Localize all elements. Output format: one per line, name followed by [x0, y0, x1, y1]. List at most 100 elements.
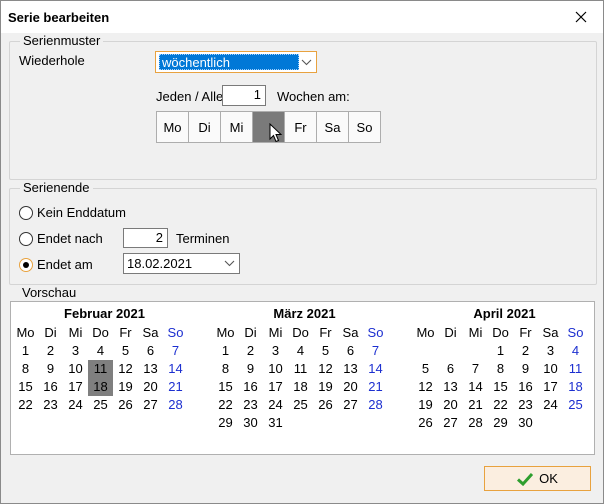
calendar-day-cell: 2 [246, 343, 255, 358]
calendar-day-cell: 19 [118, 379, 133, 394]
weekday-header-cell: Di [44, 325, 57, 340]
calendar-day-cell: 11 [293, 361, 308, 376]
ok-button-label: OK [539, 471, 558, 486]
weekday-toggle-so[interactable]: So [348, 111, 381, 143]
calendar-day-cell: 21 [368, 379, 383, 394]
calendar-day-cell: 20 [343, 379, 358, 394]
calendar-day-cell: 14 [468, 379, 483, 394]
calendar-day-cell: 15 [493, 379, 508, 394]
calendar-week-row: 19 20 21 22 23 24 25 [413, 396, 588, 414]
calendar-day-cell: 28 [168, 397, 183, 412]
no-end-radio[interactable] [19, 206, 33, 220]
no-end-label: Kein Enddatum [37, 205, 126, 220]
calendar-day-cell: 11 [88, 360, 113, 378]
calendar-week-row: 1 2 3 4 5 6 7 [13, 342, 188, 360]
calendar-month-title: Februar 2021 [64, 306, 145, 321]
calendar-month: April 2021 Mo Di Mi Do Fr Sa So 1 2 3 4 5 6 7 8 9 10 11 12 1… [413, 306, 588, 432]
ends-on-label: Endet am [37, 257, 93, 272]
calendar-day-cell [313, 414, 338, 432]
close-icon [575, 11, 587, 23]
weekday-header-cell: Mo [216, 325, 235, 340]
calendar-day-cell: 23 [43, 397, 58, 412]
weekday-header-cell: So [367, 325, 384, 340]
calendar-day-cell: 12 [418, 379, 433, 394]
calendar-day-cell: 9 [521, 361, 530, 376]
weekday-header-cell: Di [244, 325, 257, 340]
weekday-header-cell: Mi [468, 325, 483, 340]
weekday-header-cell: Fr [319, 325, 332, 340]
calendar-day-cell: 25 [293, 397, 308, 412]
weekday-header-cell: So [167, 325, 184, 340]
weekday-toggle-fr[interactable]: Fr [284, 111, 317, 143]
calendar-day-cell: 24 [68, 397, 83, 412]
calendar-day-cell: 25 [93, 397, 108, 412]
weekday-toggle-sa[interactable]: Sa [316, 111, 349, 143]
calendar-day-cell: 30 [243, 415, 258, 430]
calendar-day-cell: 29 [493, 415, 508, 430]
weekday-header-cell: Do [92, 325, 109, 340]
weekday-header-cell: Sa [542, 325, 559, 340]
calendar-day-cell: 6 [146, 343, 155, 358]
calendar-day-cell: 21 [168, 379, 183, 394]
calendar-day-cell: 10 [268, 361, 283, 376]
calendar-weekday-header: Mo Di Mi Do Fr Sa So [213, 324, 388, 342]
calendar-day-cell: 3 [71, 343, 80, 358]
calendar-month: Februar 2021 Mo Di Mi Do Fr Sa So 1 2 3 4 5 6 7 8 9 10 11 1… [13, 306, 188, 414]
calendar-day-cell: 12 [318, 361, 333, 376]
calendar-day-cell: 13 [343, 361, 358, 376]
calendar-weekday-header: Mo Di Mi Do Fr Sa So [413, 324, 588, 342]
calendar-week-row: 22 23 24 25 26 27 28 [213, 396, 388, 414]
every-input[interactable]: 1 [222, 85, 266, 106]
ends-on-radio[interactable] [19, 258, 33, 272]
weekday-toggle-mi[interactable]: Mi [220, 111, 253, 143]
calendar-day-cell: 23 [243, 397, 258, 412]
ends-after-radio[interactable] [19, 232, 33, 246]
weekday-header-cell: Fr [519, 325, 532, 340]
chevron-down-icon [224, 260, 235, 267]
calendar-day-cell: 3 [271, 343, 280, 358]
calendar-day-cell: 23 [518, 397, 533, 412]
calendar-day-cell: 9 [46, 361, 55, 376]
calendar-day-cell: 25 [568, 397, 583, 412]
calendar-day-cell: 13 [443, 379, 458, 394]
calendar-day-cell: 30 [518, 415, 533, 430]
calendar-day-cell: 20 [143, 379, 158, 394]
calendar-day-cell: 13 [143, 361, 158, 376]
calendar-day-cell: 1 [21, 343, 30, 358]
ok-button[interactable]: OK [484, 466, 591, 491]
calendar-day-cell [413, 342, 438, 360]
calendar-week-row: 29 30 31 [213, 414, 388, 432]
calendar-month: März 2021 Mo Di Mi Do Fr Sa So 1 2 3 4 5 6 7 8 9 10 11 12 13… [213, 306, 388, 432]
calendar-day-cell: 22 [18, 397, 33, 412]
calendar-day-cell: 16 [518, 379, 533, 394]
calendar-week-row: 8 9 10 11 12 13 14 [213, 360, 388, 378]
weekday-header-cell: Di [444, 325, 457, 340]
calendar-day-cell: 14 [368, 361, 383, 376]
calendar-week-row: 15 16 17 18 19 20 21 [13, 378, 188, 396]
calendar-day-cell: 7 [471, 361, 480, 376]
ends-after-label: Endet nach [37, 231, 103, 246]
calendar-day-cell: 28 [368, 397, 383, 412]
ends-on-date-picker[interactable]: 18.02.2021 [123, 253, 240, 274]
calendar-day-cell: 15 [218, 379, 233, 394]
calendar-day-cell: 26 [418, 415, 433, 430]
calendar-day-cell [438, 342, 463, 360]
weekday-toggle-di[interactable]: Di [188, 111, 221, 143]
weekday-toggle-mo[interactable]: Mo [156, 111, 189, 143]
weekday-header-cell: Mo [16, 325, 35, 340]
calendar-day-cell: 1 [221, 343, 230, 358]
repeat-select[interactable]: wöchentlich [155, 51, 317, 73]
calendar-day-cell: 2 [46, 343, 55, 358]
calendar-day-cell: 3 [546, 343, 555, 358]
ends-after-input[interactable]: 2 [123, 228, 168, 248]
calendar-week-row: 15 16 17 18 19 20 21 [213, 378, 388, 396]
calendar-day-cell: 27 [343, 397, 358, 412]
calendar-day-cell: 9 [246, 361, 255, 376]
calendar-day-cell: 2 [521, 343, 530, 358]
close-button[interactable] [559, 1, 603, 33]
calendar-day-cell: 5 [121, 343, 130, 358]
calendar-day-cell [363, 414, 388, 432]
repeat-select-value: wöchentlich [159, 54, 299, 70]
window-title: Serie bearbeiten [8, 10, 110, 25]
calendar-weekday-header: Mo Di Mi Do Fr Sa So [13, 324, 188, 342]
